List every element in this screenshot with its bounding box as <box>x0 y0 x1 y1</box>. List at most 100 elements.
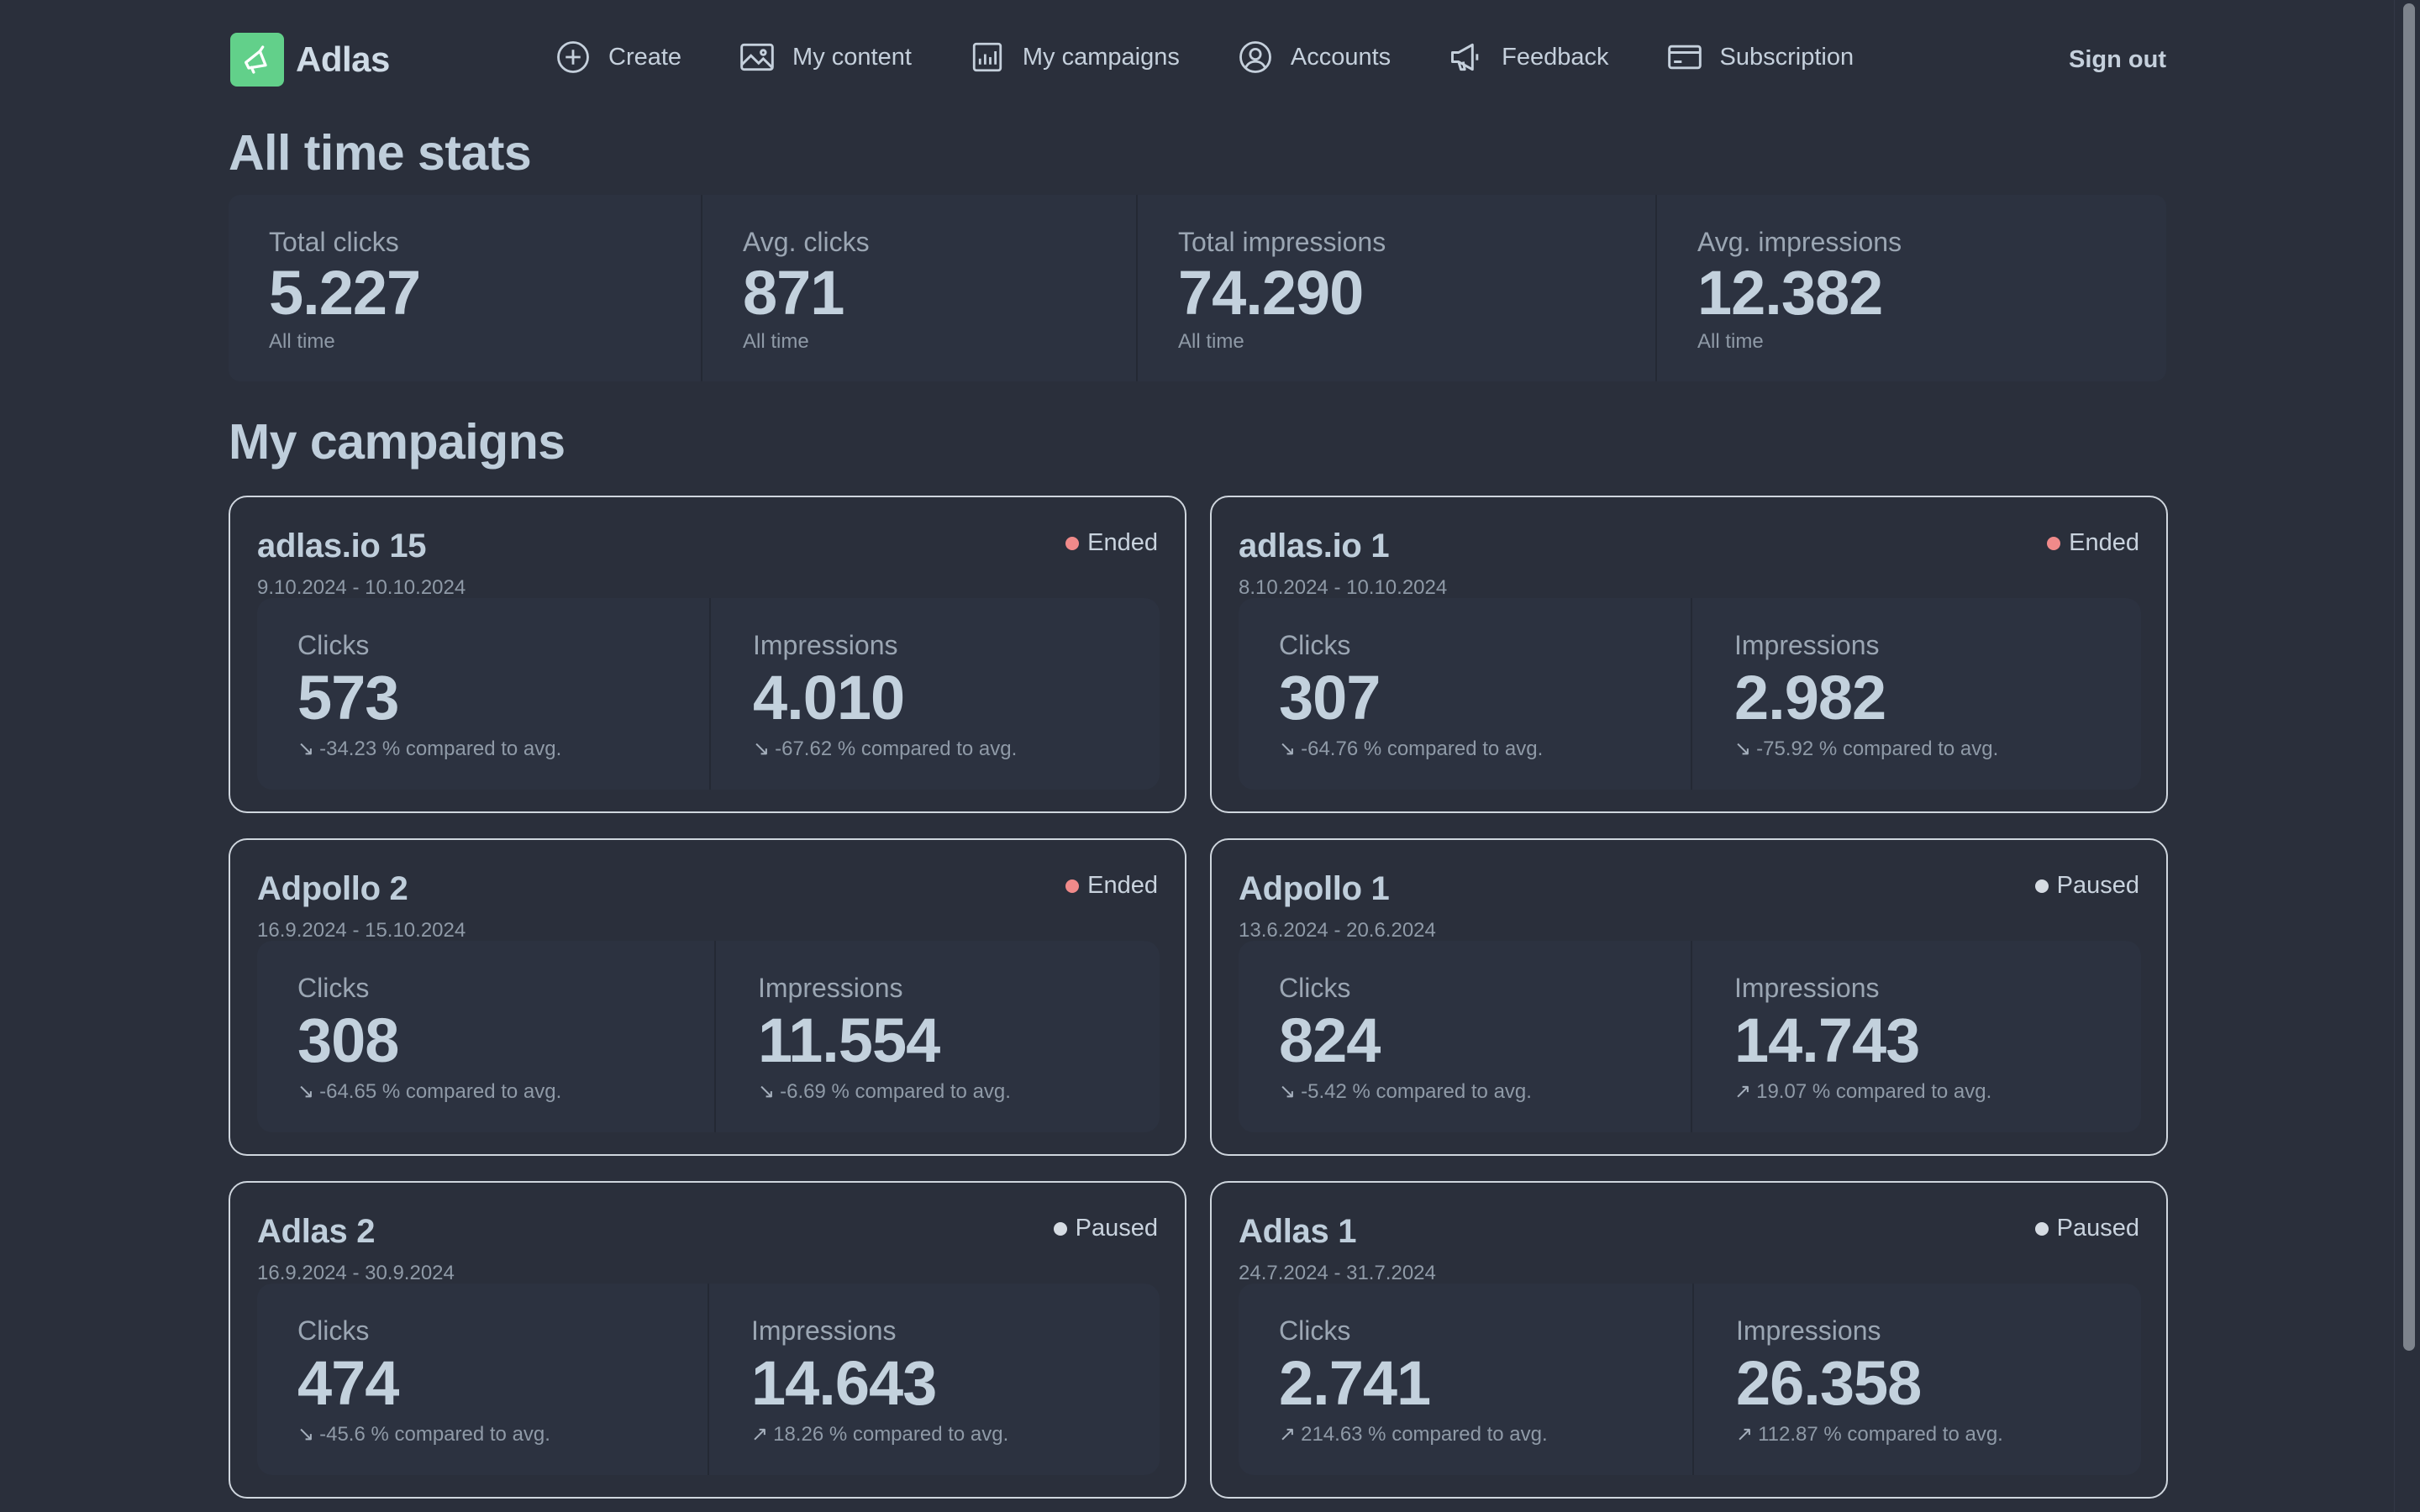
sign-out-button[interactable]: Sign out <box>2069 46 2166 74</box>
metric-label: Impressions <box>1736 1315 1881 1346</box>
metric-value: 824 <box>1279 1005 1381 1075</box>
campaign-card[interactable]: adlas.io 1 8.10.2024 - 10.10.2024 Ended … <box>1210 496 2168 813</box>
stat-value: 12.382 <box>1697 258 1883 328</box>
metric-label: Clicks <box>297 973 370 1003</box>
compare-text: -64.65 % compared to avg. <box>319 1079 562 1103</box>
status-badge: Paused <box>2034 1215 2139 1242</box>
nav-subscription[interactable]: Subscription <box>1666 39 1854 76</box>
metric-impressions: Impressions 4.010 ↘ -67.62 % compared to … <box>709 598 1160 790</box>
metric-compare: ↗ 18.26 % compared to avg. <box>751 1422 1160 1446</box>
metric-compare: ↗ 19.07 % compared to avg. <box>1734 1079 2141 1104</box>
metric-clicks: Clicks 2.741 ↗ 214.63 % compared to avg. <box>1239 1284 1692 1475</box>
stats-heading: All time stats <box>229 125 532 181</box>
nav-my-campaigns[interactable]: My campaigns <box>969 39 1180 76</box>
status-label: Ended <box>1087 872 1158 899</box>
stat-label: Avg. impressions <box>1697 227 1902 257</box>
nav-links: Create My content My campaigns Accounts <box>555 39 1854 76</box>
campaign-card[interactable]: Adlas 1 24.7.2024 - 31.7.2024 Paused Cli… <box>1210 1181 2168 1499</box>
status-dot <box>2034 879 2049 893</box>
campaign-title: Adpollo 2 <box>257 870 408 907</box>
status-badge: Paused <box>2034 872 2139 900</box>
status-label: Ended <box>2069 529 2139 556</box>
trend-arrow-icon: ↘ <box>297 738 315 760</box>
nav-feedback[interactable]: Feedback <box>1448 39 1609 76</box>
campaign-title: adlas.io 1 <box>1239 528 1390 564</box>
compare-text: 19.07 % compared to avg. <box>1756 1079 1992 1103</box>
nav-my-content-label: My content <box>792 43 912 71</box>
campaigns-heading: My campaigns <box>229 414 566 470</box>
campaign-title: adlas.io 15 <box>257 528 427 564</box>
campaign-date: 9.10.2024 - 10.10.2024 <box>257 576 466 599</box>
status-badge: Ended <box>1065 529 1158 557</box>
status-dot <box>2047 536 2061 550</box>
stat-avg-clicks: Avg. clicks 871 All time <box>701 195 1136 381</box>
status-label: Paused <box>2056 1215 2139 1242</box>
metric-value: 573 <box>297 663 399 732</box>
compare-text: -6.69 % compared to avg. <box>780 1079 1011 1103</box>
nav-create[interactable]: Create <box>555 39 681 76</box>
status-badge: Ended <box>1065 872 1158 900</box>
top-nav: Adlas Create My content My campaigns Acc… <box>229 0 2166 121</box>
nav-accounts-label: Accounts <box>1290 43 1392 71</box>
stat-desc: All time <box>269 330 335 353</box>
nav-my-campaigns-label: My campaigns <box>1022 43 1180 71</box>
campaign-metrics: Clicks 307 ↘ -64.76 % compared to avg. Im… <box>1239 598 2141 790</box>
status-dot <box>1065 536 1080 550</box>
campaign-card[interactable]: Adlas 2 16.9.2024 - 30.9.2024 Paused Cli… <box>229 1181 1186 1499</box>
trend-arrow-icon: ↗ <box>1734 1080 1752 1103</box>
stat-total-clicks: Total clicks 5.227 All time <box>229 195 701 381</box>
credit-card-icon <box>1666 39 1703 76</box>
nav-my-content[interactable]: My content <box>739 39 912 76</box>
metric-clicks: Clicks 474 ↘ -45.6 % compared to avg. <box>257 1284 708 1475</box>
metric-compare: ↘ -45.6 % compared to avg. <box>297 1422 708 1446</box>
metric-value: 14.643 <box>751 1348 937 1418</box>
scrollbar-thumb[interactable] <box>2403 3 2415 1351</box>
scrollbar-track[interactable] <box>2394 0 2420 1512</box>
campaign-card[interactable]: adlas.io 15 9.10.2024 - 10.10.2024 Ended… <box>229 496 1186 813</box>
campaign-date: 13.6.2024 - 20.6.2024 <box>1239 919 1436 942</box>
metric-label: Impressions <box>751 1315 897 1346</box>
page-container: Adlas Create My content My campaigns Acc… <box>229 0 2168 1499</box>
status-dot <box>1065 879 1080 893</box>
plus-circle-icon <box>555 39 592 76</box>
metric-value: 307 <box>1279 663 1381 732</box>
stats-panel: Total clicks 5.227 All time Avg. clicks … <box>229 195 2166 381</box>
metric-label: Clicks <box>1279 1315 1351 1346</box>
stat-label: Avg. clicks <box>743 227 870 257</box>
metric-compare: ↘ -64.76 % compared to avg. <box>1279 737 1691 761</box>
metric-clicks: Clicks 824 ↘ -5.42 % compared to avg. <box>1239 941 1691 1132</box>
compare-text: -34.23 % compared to avg. <box>319 737 562 760</box>
trend-arrow-icon: ↗ <box>1279 1423 1297 1446</box>
metric-value: 4.010 <box>753 663 905 732</box>
app-name: Adlas <box>296 39 390 79</box>
trend-arrow-icon: ↘ <box>1734 738 1752 760</box>
campaign-date: 16.9.2024 - 30.9.2024 <box>257 1262 455 1284</box>
trend-arrow-icon: ↗ <box>751 1423 769 1446</box>
image-icon <box>739 39 776 76</box>
metric-impressions: Impressions 14.643 ↗ 18.26 % compared to … <box>708 1284 1160 1475</box>
metric-compare: ↘ -6.69 % compared to avg. <box>758 1079 1160 1104</box>
campaign-card[interactable]: Adpollo 1 13.6.2024 - 20.6.2024 Paused C… <box>1210 838 2168 1156</box>
trend-arrow-icon: ↗ <box>1736 1423 1754 1446</box>
nav-accounts[interactable]: Accounts <box>1237 39 1391 76</box>
trend-arrow-icon: ↘ <box>753 738 771 760</box>
metric-value: 14.743 <box>1734 1005 1920 1075</box>
campaign-card[interactable]: Adpollo 2 16.9.2024 - 15.10.2024 Ended C… <box>229 838 1186 1156</box>
status-label: Paused <box>1075 1215 1158 1242</box>
metric-impressions: Impressions 26.358 ↗ 112.87 % compared to… <box>1692 1284 2141 1475</box>
metric-label: Clicks <box>1279 630 1351 660</box>
metric-clicks: Clicks 308 ↘ -64.65 % compared to avg. <box>257 941 714 1132</box>
trend-arrow-icon: ↘ <box>1279 1080 1297 1103</box>
stat-label: Total impressions <box>1178 227 1386 257</box>
campaign-title: Adlas 1 <box>1239 1213 1357 1250</box>
nav-subscription-label: Subscription <box>1719 43 1854 71</box>
stat-label: Total clicks <box>269 227 399 257</box>
metric-compare: ↘ -34.23 % compared to avg. <box>297 737 709 761</box>
stat-desc: All time <box>743 330 809 353</box>
megaphone-icon <box>1448 39 1485 76</box>
metric-impressions: Impressions 14.743 ↗ 19.07 % compared to … <box>1691 941 2141 1132</box>
metric-label: Impressions <box>753 630 898 660</box>
trend-arrow-icon: ↘ <box>297 1423 315 1446</box>
metric-impressions: Impressions 11.554 ↘ -6.69 % compared to … <box>714 941 1160 1132</box>
logo[interactable]: Adlas <box>230 33 390 87</box>
